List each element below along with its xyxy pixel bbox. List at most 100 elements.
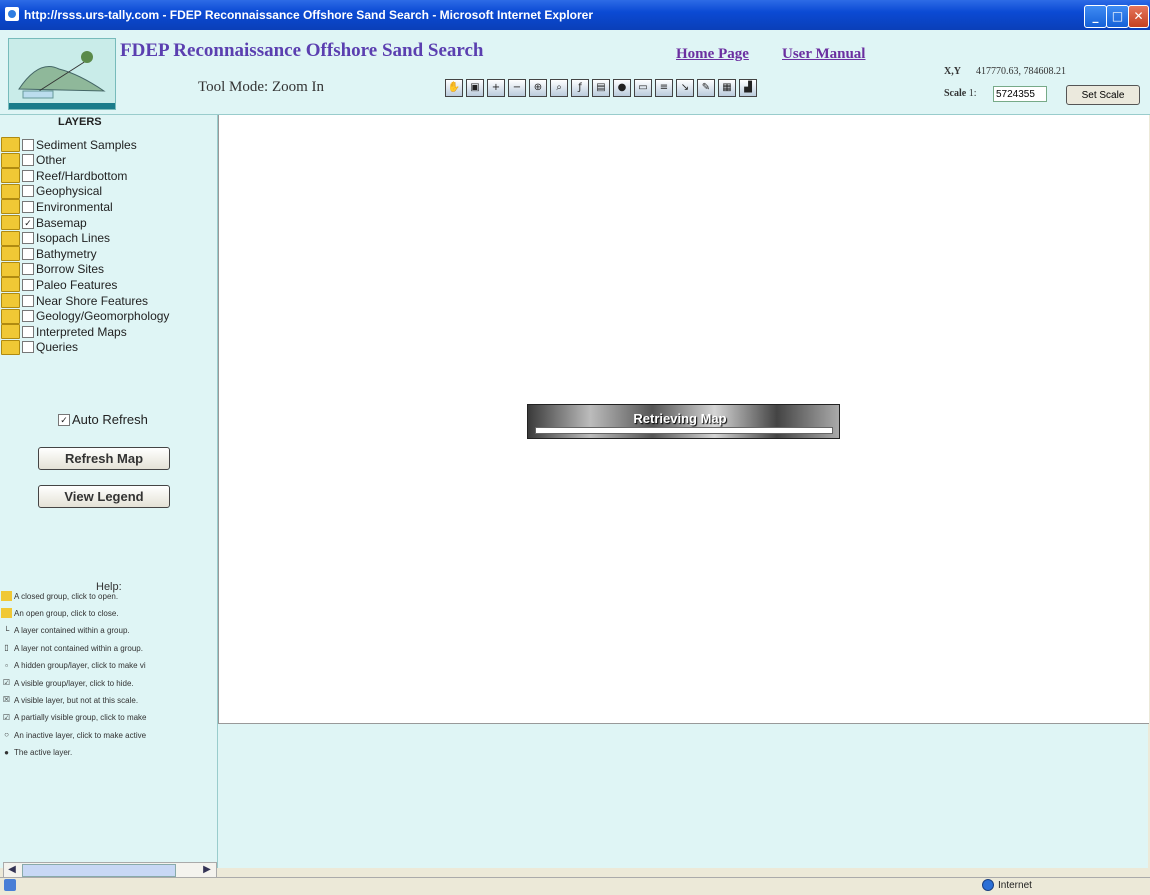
zoom-out-icon[interactable]: − [508, 79, 526, 97]
scrollbar-thumb[interactable] [22, 864, 176, 877]
folder-icon[interactable] [1, 261, 20, 277]
help-text: A partially visible group, click to make [14, 713, 147, 723]
refresh-map-button[interactable]: Refresh Map [38, 447, 170, 470]
scale-input[interactable] [993, 86, 1047, 102]
folder-icon[interactable] [1, 339, 20, 355]
layer-item[interactable]: Geophysical [1, 183, 102, 199]
measure-icon[interactable]: ↘ [676, 79, 694, 97]
print-icon[interactable]: ▦ [718, 79, 736, 97]
layer-checkbox[interactable] [22, 278, 34, 291]
clear-icon[interactable]: ≡ [655, 79, 673, 97]
edit-icon[interactable]: ✎ [697, 79, 715, 97]
coordinate-readout: X,Y 417770.63, 784608.21 [944, 66, 1066, 77]
layer-checkbox[interactable] [22, 294, 34, 307]
folder-icon[interactable] [1, 183, 20, 199]
view-legend-button[interactable]: View Legend [38, 485, 170, 508]
layer-label: Reef/Hardbottom [36, 168, 128, 183]
identify-icon[interactable]: ƒ [571, 79, 589, 97]
scale-label-group: Scale 1: [944, 88, 977, 99]
help-item: ☑ A visible group/layer, click to hide. [1, 676, 216, 690]
layer-checkbox[interactable] [22, 341, 34, 354]
auto-refresh-label: Auto Refresh [72, 412, 148, 427]
globe-icon [982, 879, 994, 891]
window-title-bar: http://rsss.urs-tally.com - FDEP Reconna… [0, 0, 1150, 30]
layer-checkbox[interactable] [22, 232, 34, 245]
zoom-full-icon[interactable]: ▣ [466, 79, 484, 97]
layer-item[interactable]: Borrow Sites [1, 261, 104, 277]
layer-label: Bathymetry [36, 246, 97, 261]
buffer-icon[interactable]: ▟ [739, 79, 757, 97]
layer-item[interactable]: ✓ Basemap [1, 215, 87, 230]
scroll-left-icon[interactable]: ◀ [4, 862, 20, 877]
maximize-button[interactable]: □ [1106, 5, 1129, 28]
help-item: ▬ An open group, click to close. [1, 606, 216, 620]
inactive-radio-icon: ○ [4, 730, 9, 740]
layer-checkbox[interactable] [22, 138, 34, 151]
layer-checkbox[interactable] [22, 185, 34, 198]
folder-icon[interactable] [1, 308, 20, 324]
folder-icon[interactable] [1, 293, 20, 308]
folder-icon[interactable] [1, 137, 20, 152]
zoom-layer-icon[interactable]: ⊕ [529, 79, 547, 97]
help-text: An open group, click to close. [14, 608, 119, 618]
folder-icon[interactable] [1, 324, 20, 340]
status-bar [0, 877, 1150, 895]
help-text: An inactive layer, click to make active [14, 730, 147, 740]
folder-icon[interactable] [1, 246, 20, 262]
layer-item[interactable]: Sediment Samples [1, 137, 137, 152]
help-text: A layer not contained within a group. [14, 643, 143, 653]
select-icon[interactable]: ▭ [634, 79, 652, 97]
layer-item[interactable]: Interpreted Maps [1, 324, 127, 340]
query-icon[interactable]: ▤ [592, 79, 610, 97]
help-item: ☑ A partially visible group, click to mak… [1, 711, 216, 725]
folder-icon[interactable] [1, 230, 20, 246]
layer-checkbox[interactable] [22, 154, 34, 167]
folder-icon[interactable] [1, 277, 20, 293]
help-text: A closed group, click to open. [14, 591, 119, 601]
layer-icon: ▯ [4, 643, 9, 653]
layer-checkbox[interactable] [22, 325, 34, 338]
set-scale-button[interactable]: Set Scale [1066, 85, 1140, 105]
folder-icon[interactable] [1, 199, 20, 215]
info-icon[interactable]: ● [613, 79, 631, 97]
pan-icon[interactable]: ✋ [445, 79, 463, 97]
layer-checkbox[interactable] [22, 310, 34, 323]
layer-item[interactable]: Geology/Geomorphology [1, 308, 169, 324]
layer-checkbox[interactable] [22, 200, 34, 213]
layer-checkbox[interactable] [22, 263, 34, 276]
zoom-in-icon[interactable]: + [487, 79, 505, 97]
layers-heading: LAYERS [58, 116, 102, 128]
layer-item[interactable]: Paleo Features [1, 277, 117, 293]
close-button[interactable]: ✕ [1128, 5, 1149, 28]
zoom-active-icon[interactable]: ⌕ [550, 79, 568, 97]
window-title: http://rsss.urs-tally.com - FDEP Reconna… [24, 8, 594, 22]
layer-label: Other [36, 153, 67, 168]
layer-item[interactable]: Queries [1, 339, 78, 355]
folder-icon[interactable] [1, 152, 20, 168]
layer-checkbox[interactable] [22, 247, 34, 260]
user-manual-link[interactable]: User Manual [782, 46, 865, 63]
help-item: ▯ A layer not contained within a group. [1, 641, 216, 655]
home-page-link[interactable]: Home Page [676, 46, 749, 63]
folder-icon[interactable] [1, 215, 20, 230]
folder-icon[interactable] [1, 168, 20, 184]
help-item: ○ An inactive layer, click to make active [1, 728, 216, 742]
layer-label: Interpreted Maps [36, 324, 127, 339]
minimize-button[interactable]: _ [1084, 5, 1107, 28]
layer-label: Near Shore Features [36, 293, 149, 308]
help-text: A visible layer, but not at this scale. [14, 695, 139, 705]
xy-label: X,Y [944, 66, 961, 77]
auto-refresh-checkbox[interactable]: ✓ [58, 413, 70, 426]
layer-item[interactable]: Other [1, 152, 67, 168]
layer-item[interactable]: Isopach Lines [1, 230, 110, 246]
layer-checkbox[interactable]: ✓ [22, 216, 34, 229]
visible-icon: ☑ [2, 678, 11, 687]
auto-refresh-toggle[interactable]: ✓ Auto Refresh [58, 412, 148, 427]
layer-item[interactable]: Reef/Hardbottom [1, 168, 128, 184]
layer-item[interactable]: Near Shore Features [1, 293, 148, 308]
scroll-right-icon[interactable]: ▶ [199, 862, 215, 877]
layer-item[interactable]: Environmental [1, 199, 113, 215]
layer-checkbox[interactable] [22, 169, 34, 182]
layer-item[interactable]: Bathymetry [1, 246, 97, 262]
help-text: A hidden group/layer, click to make vi [14, 661, 146, 671]
